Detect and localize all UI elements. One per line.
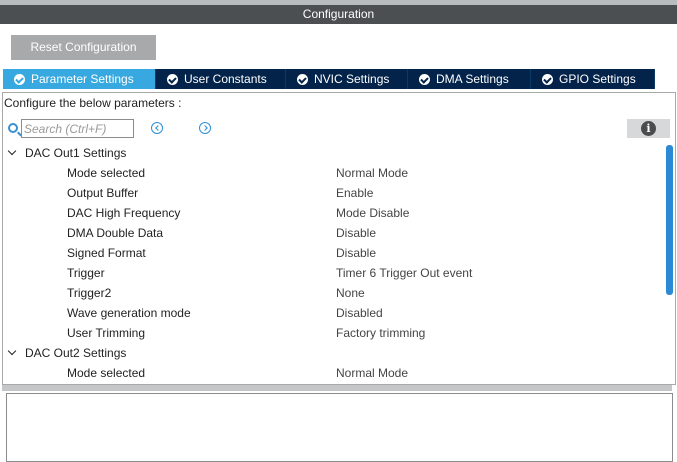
param-name: User Trimming: [67, 326, 146, 340]
settings-tab-bar: Parameter Settings User Constants NVIC S…: [3, 69, 655, 89]
param-name: DMA Double Data: [67, 226, 164, 240]
param-value[interactable]: Mode Disable: [336, 203, 409, 223]
search-toolbar: i: [3, 118, 675, 140]
description-box: [6, 393, 673, 462]
check-circle-icon: [419, 73, 430, 85]
param-row[interactable]: Trigger2 None: [3, 283, 663, 303]
param-name: Mode selected: [67, 166, 146, 180]
group-dac-out2-settings[interactable]: DAC Out2 Settings: [3, 343, 663, 363]
info-button[interactable]: i: [627, 119, 670, 138]
param-row[interactable]: DMA Double Data Disable: [3, 223, 663, 243]
param-value[interactable]: Disabled: [336, 303, 383, 323]
search-icon: [8, 123, 18, 133]
parameter-tree: DAC Out1 Settings Mode selected Normal Mo…: [3, 143, 663, 383]
param-value[interactable]: Timer 6 Trigger Out event: [336, 263, 472, 283]
tab-label: NVIC Settings: [314, 72, 390, 86]
horizontal-scrollbar[interactable]: [2, 385, 672, 391]
check-circle-icon: [14, 73, 25, 85]
next-icon[interactable]: [199, 122, 211, 134]
previous-icon[interactable]: [151, 122, 163, 134]
tab-user-constants[interactable]: User Constants: [156, 69, 286, 89]
param-name: Trigger: [67, 266, 105, 280]
param-name: Wave generation mode: [67, 306, 191, 320]
param-row[interactable]: Trigger Timer 6 Trigger Out event: [3, 263, 663, 283]
param-value[interactable]: Disable: [336, 223, 376, 243]
vertical-scrollbar[interactable]: [666, 145, 673, 295]
param-row[interactable]: DAC High Frequency Mode Disable: [3, 203, 663, 223]
reset-configuration-button[interactable]: Reset Configuration: [11, 35, 156, 60]
param-value[interactable]: Normal Mode: [336, 163, 408, 183]
param-row[interactable]: Wave generation mode Disabled: [3, 303, 663, 323]
param-value[interactable]: Factory trimming: [336, 323, 425, 343]
tab-nvic-settings[interactable]: NVIC Settings: [286, 69, 408, 89]
parameter-panel: Configure the below parameters : i DAC O…: [2, 92, 676, 385]
window-title: Configuration: [0, 5, 677, 24]
chevron-down-icon[interactable]: [7, 146, 17, 156]
tab-label: Parameter Settings: [31, 72, 134, 86]
param-row[interactable]: User Trimming Factory trimming: [3, 323, 663, 343]
check-circle-icon: [542, 73, 553, 85]
tab-label: User Constants: [184, 72, 267, 86]
tab-label: GPIO Settings: [559, 72, 636, 86]
check-circle-icon: [297, 73, 308, 85]
param-row[interactable]: Mode selected Normal Mode: [3, 363, 663, 383]
tab-parameter-settings[interactable]: Parameter Settings: [3, 69, 156, 89]
group-label: DAC Out2 Settings: [25, 346, 127, 360]
tab-gpio-settings[interactable]: GPIO Settings: [531, 69, 655, 89]
param-name: DAC High Frequency: [67, 206, 181, 220]
param-value[interactable]: Enable: [336, 183, 373, 203]
group-label: DAC Out1 Settings: [25, 146, 127, 160]
param-name: Output Buffer: [67, 186, 139, 200]
param-name: Mode selected: [67, 366, 146, 380]
group-dac-out1-settings[interactable]: DAC Out1 Settings: [3, 143, 663, 163]
check-circle-icon: [167, 73, 178, 85]
param-row[interactable]: Signed Format Disable: [3, 243, 663, 263]
tab-dma-settings[interactable]: DMA Settings: [408, 69, 531, 89]
configure-instruction: Configure the below parameters :: [4, 96, 182, 110]
info-icon: i: [641, 121, 656, 136]
param-value[interactable]: Disable: [336, 243, 376, 263]
param-row[interactable]: Output Buffer Enable: [3, 183, 663, 203]
tab-label: DMA Settings: [436, 72, 509, 86]
search-input[interactable]: [21, 119, 134, 138]
param-value[interactable]: None: [336, 283, 365, 303]
param-name: Signed Format: [67, 246, 146, 260]
param-row[interactable]: Mode selected Normal Mode: [3, 163, 663, 183]
param-name: Trigger2: [67, 286, 112, 300]
chevron-down-icon[interactable]: [7, 346, 17, 356]
param-value[interactable]: Normal Mode: [336, 363, 408, 383]
